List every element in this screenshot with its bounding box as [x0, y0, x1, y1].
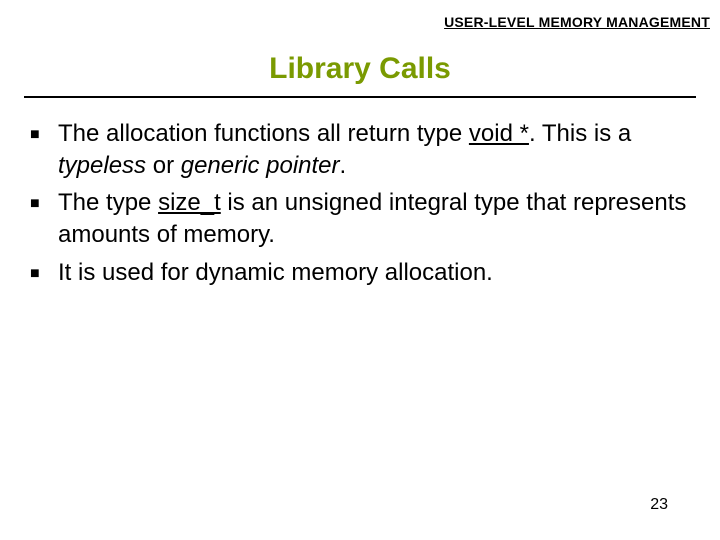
- bullet-marker-icon: ■: [30, 118, 58, 145]
- bullet-item: ■The type size_t is an unsigned integral…: [30, 187, 690, 250]
- bullet-item: ■The allocation functions all return typ…: [30, 118, 690, 181]
- bullet-list: ■The allocation functions all return typ…: [30, 118, 690, 294]
- bullet-marker-icon: ■: [30, 257, 58, 284]
- slide-title: Library Calls: [0, 52, 720, 86]
- bullet-text: It is used for dynamic memory allocation…: [58, 257, 690, 289]
- page-number: 23: [650, 496, 668, 514]
- bullet-item: ■It is used for dynamic memory allocatio…: [30, 257, 690, 289]
- bullet-text: The allocation functions all return type…: [58, 118, 690, 181]
- bullet-marker-icon: ■: [30, 187, 58, 214]
- header-label: USER-LEVEL MEMORY MANAGEMENT: [444, 14, 710, 30]
- bullet-text: The type size_t is an unsigned integral …: [58, 187, 690, 250]
- title-divider: [24, 96, 696, 98]
